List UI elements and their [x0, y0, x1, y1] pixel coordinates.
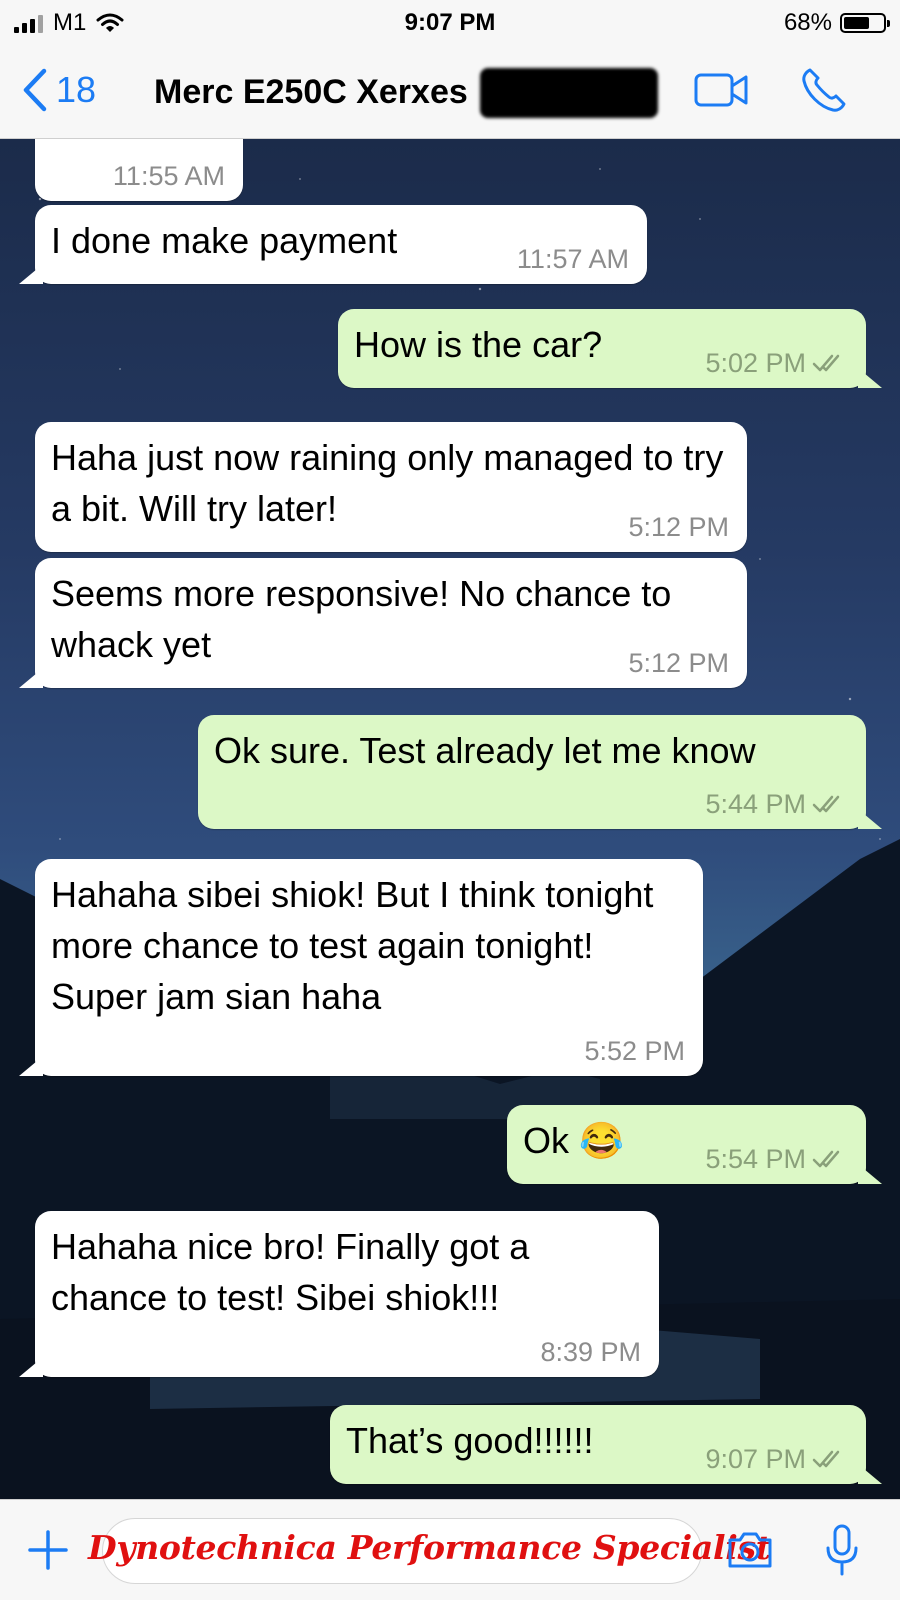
- message-text: Seems more responsive! No chance to whac…: [51, 573, 672, 665]
- message-timestamp: 5:44 PM: [705, 789, 848, 819]
- contact-name[interactable]: Merc E250C Xerxes: [154, 73, 468, 112]
- message-bubble-incoming[interactable]: Hahaha nice bro! Finally got a chance to…: [19, 1211, 659, 1377]
- message-bubble-outgoing[interactable]: That’s good!!!!!! 9:07 PM: [330, 1405, 882, 1484]
- battery-icon: [840, 13, 890, 33]
- message-timestamp: 5:54 PM: [705, 1144, 848, 1174]
- message-timestamp: 5:12 PM: [628, 648, 729, 678]
- message-text: Haha just now raining only managed to tr…: [51, 437, 724, 529]
- message-bubble-incoming[interactable]: 11:55 AM: [35, 139, 243, 201]
- chat-header: 18 Merc E250C Xerxes: [0, 46, 900, 139]
- camera-icon[interactable]: [726, 1530, 774, 1570]
- chat-area[interactable]: 11:55 AM I done make payment 11:57 AM Ho…: [0, 139, 900, 1499]
- status-time: 9:07 PM: [404, 9, 496, 36]
- double-check-icon: [812, 1150, 840, 1168]
- watermark-text: Dynotechnica Performance Specialist: [88, 1528, 771, 1567]
- battery-percent: 68%: [783, 9, 832, 36]
- message-text: Ok sure. Test already let me know: [214, 730, 756, 771]
- message-bubble-incoming[interactable]: I done make payment 11:57 AM: [19, 205, 647, 284]
- message-bubble-incoming[interactable]: Hahaha sibei shiok! But I think tonight …: [19, 859, 703, 1076]
- double-check-icon: [812, 1450, 840, 1468]
- plus-icon[interactable]: [28, 1530, 68, 1570]
- message-timestamp: 5:12 PM: [628, 512, 729, 542]
- message-timestamp: 5:02 PM: [705, 348, 848, 378]
- message-bubble-outgoing[interactable]: How is the car? 5:02 PM: [338, 309, 882, 388]
- message-timestamp: 5:52 PM: [584, 1036, 685, 1066]
- status-right: 68%: [783, 9, 890, 37]
- message-text: Hahaha nice bro! Finally got a chance to…: [51, 1226, 530, 1318]
- message-timestamp: 8:39 PM: [540, 1337, 641, 1367]
- redaction-block: [480, 68, 658, 118]
- status-bar: M1 9:07 PM 68%: [0, 0, 900, 46]
- message-bubble-incoming[interactable]: Haha just now raining only managed to tr…: [35, 422, 747, 552]
- message-timestamp: 11:57 AM: [516, 244, 629, 274]
- video-call-icon[interactable]: [694, 72, 750, 108]
- message-timestamp: 11:55 AM: [112, 161, 225, 191]
- back-button[interactable]: 18: [22, 68, 96, 112]
- message-bubble-incoming[interactable]: Seems more responsive! No chance to whac…: [19, 558, 747, 688]
- composer-bar: Dynotechnica Performance Specialist: [0, 1499, 900, 1600]
- message-timestamp: 9:07 PM: [705, 1444, 848, 1474]
- phone-icon[interactable]: [800, 66, 848, 114]
- message-bubble-outgoing[interactable]: Ok sure. Test already let me know 5:44 P…: [198, 715, 882, 829]
- message-text: Hahaha sibei shiok! But I think tonight …: [51, 874, 654, 1017]
- double-check-icon: [812, 354, 840, 372]
- unread-count: 18: [56, 69, 97, 110]
- microphone-icon[interactable]: [824, 1524, 860, 1576]
- message-bubble-outgoing[interactable]: Ok 😂 5:54 PM: [507, 1105, 882, 1184]
- double-check-icon: [812, 795, 840, 813]
- back-chevron-icon: [23, 68, 47, 112]
